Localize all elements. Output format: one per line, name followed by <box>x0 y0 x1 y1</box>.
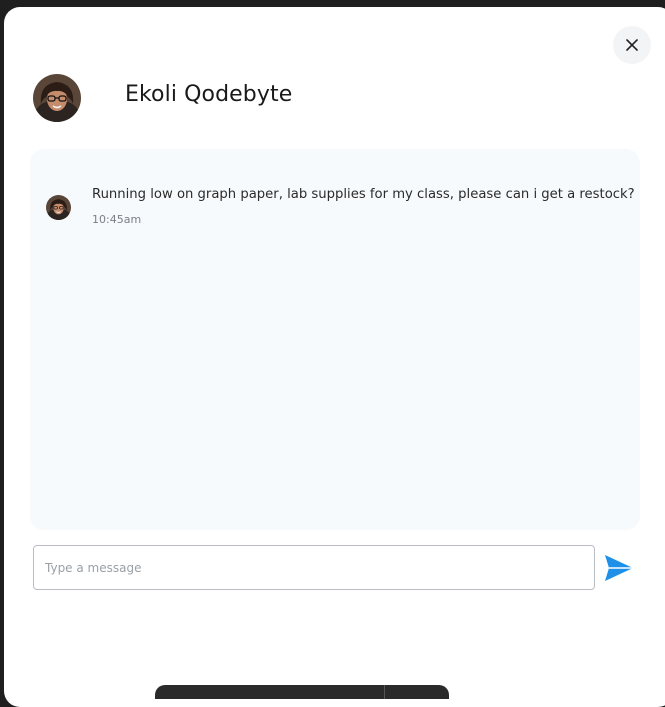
send-icon <box>605 555 633 581</box>
message-timestamp: 10:45am <box>92 213 142 226</box>
close-icon <box>626 39 638 51</box>
message-input[interactable] <box>34 546 594 589</box>
message-input-container <box>33 545 595 590</box>
message-text: Running low on graph paper, lab supplies… <box>92 187 635 202</box>
send-button[interactable] <box>604 554 636 582</box>
message-thread[interactable]: Running low on graph paper, lab supplies… <box>30 149 640 530</box>
background-toolbar <box>155 685 449 699</box>
chat-modal: Ekoli Qodebyte Running low on graph pape… <box>4 7 665 707</box>
close-button[interactable] <box>613 26 651 64</box>
message-avatar <box>46 195 71 220</box>
contact-avatar <box>33 74 81 122</box>
toolbar-divider <box>384 685 385 699</box>
contact-name: Ekoli Qodebyte <box>125 82 293 107</box>
